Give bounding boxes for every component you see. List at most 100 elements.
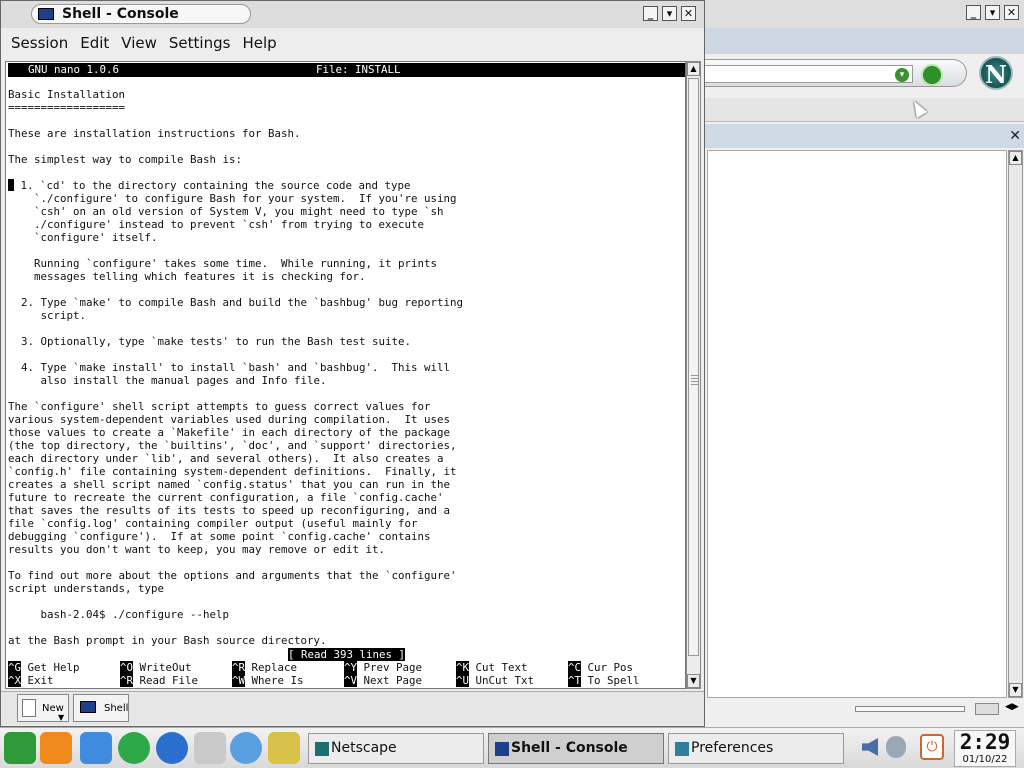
terminal-area[interactable]: GNU nano 1.0.6 File: INSTALL Basic Insta…	[5, 61, 686, 689]
text-line	[8, 387, 683, 400]
search-icon[interactable]	[921, 64, 943, 86]
monitor-icon	[38, 8, 54, 20]
text-line	[8, 283, 683, 296]
chevron-down-icon[interactable]: ▼	[58, 713, 64, 722]
scroll-down-icon[interactable]: ▼	[687, 674, 700, 688]
life-vest-icon[interactable]	[40, 732, 72, 764]
file-cabinet-icon[interactable]	[194, 732, 226, 764]
text-line	[8, 348, 683, 361]
text-line: 3. Optionally, type `make tests' to run …	[8, 335, 412, 348]
text-line: These are installation instructions for …	[8, 127, 301, 140]
shortcut-label: Read File	[133, 674, 199, 687]
text-line: also install the manual pages and Info f…	[8, 374, 327, 387]
background-browser-window: _ ▾ ✕ ▾ N ✕ ▲ ▼ ◀▶	[704, 0, 1024, 727]
shortcut-item: ^Y Prev Page	[344, 661, 422, 674]
help-running-icon[interactable]	[230, 732, 262, 764]
shortcut-key: ^C	[568, 661, 582, 674]
clock-date: 01/10/22	[962, 754, 1008, 765]
maximize-button[interactable]: ▾	[662, 6, 677, 21]
shortcut-label: To Spell	[581, 674, 640, 687]
shortcut-label: Cur Pos	[581, 661, 634, 674]
text-line	[8, 556, 683, 569]
shortcut-label: Next Page	[357, 674, 423, 687]
text-line: To find out more about the options and a…	[8, 569, 457, 582]
task-netscape[interactable]: Netscape	[308, 733, 484, 764]
text-line: results you don't want to keep, you may …	[8, 543, 386, 556]
speaker-icon[interactable]	[862, 738, 878, 756]
shortcut-item: ^C Cur Pos	[568, 661, 633, 674]
tab-shell-label: Shell	[104, 703, 129, 714]
suse-logo-icon[interactable]	[4, 732, 36, 764]
scroll-up-icon[interactable]: ▲	[687, 62, 700, 76]
close-icon[interactable]: ✕	[1009, 128, 1021, 144]
shortcut-label: UnCut Txt	[469, 674, 535, 687]
scroll-thumb[interactable]	[688, 78, 699, 656]
globe-icon[interactable]	[156, 732, 188, 764]
scroll-down-icon[interactable]: ▼	[1009, 683, 1022, 697]
browser-content-area[interactable]	[707, 150, 1007, 698]
document-icon	[22, 699, 36, 717]
nano-status-message: [ Read 393 lines ]	[288, 648, 406, 661]
text-line: at the Bash prompt in your Bash source d…	[8, 634, 327, 647]
text-line: file `config.log' containing compiler ou…	[8, 517, 418, 530]
nano-text-body[interactable]: Basic Installation ================== Thes…	[8, 88, 683, 647]
maximize-button[interactable]: ▾	[985, 5, 1000, 20]
menu-help[interactable]: Help	[242, 34, 276, 52]
shortcut-item: ^T To Spell	[568, 674, 640, 687]
menu-settings[interactable]: Settings	[169, 34, 231, 52]
menu-bar: Session Edit View Settings Help	[1, 29, 704, 57]
close-button[interactable]: ✕	[1004, 5, 1019, 20]
text-line: Running `configure' takes some time. Whi…	[8, 257, 438, 270]
close-button[interactable]: ✕	[681, 6, 696, 21]
cube-icon[interactable]	[80, 732, 112, 764]
terminal-scrollbar[interactable]: ▲ ▼	[686, 61, 701, 689]
text-line: script understands, type	[8, 582, 165, 595]
menu-session[interactable]: Session	[11, 34, 68, 52]
go-arrow-icon[interactable]: ▾	[895, 68, 909, 82]
shortcut-label: Prev Page	[357, 661, 423, 674]
office-brush-icon[interactable]	[268, 732, 300, 764]
tab-shell[interactable]: Shell	[73, 694, 129, 722]
shortcut-label: Get Help	[21, 661, 80, 674]
minimize-button[interactable]: _	[643, 6, 658, 21]
taskbar: Netscape Shell - Console Preferences ⏻ 2…	[0, 727, 1024, 768]
minimize-button[interactable]: _	[966, 5, 981, 20]
horizontal-scrollbar[interactable]: ◀▶	[855, 702, 1024, 716]
shortcut-key: ^R	[120, 674, 134, 687]
clock[interactable]: 2:29 01/10/22	[954, 730, 1016, 767]
scroll-arrows-icon[interactable]: ◀▶	[1005, 702, 1019, 712]
window-title-bar[interactable]: Shell - Console _ ▾ ✕	[1, 1, 704, 28]
shortcut-item: ^R Read File	[120, 674, 198, 687]
scroll-track[interactable]	[855, 706, 965, 712]
shortcut-item: ^G Get Help	[8, 661, 80, 674]
scroll-handle[interactable]	[975, 703, 999, 715]
shortcut-item: ^U UnCut Txt	[456, 674, 534, 687]
text-line: 4. Type `make install' to install `bash'…	[8, 361, 451, 374]
shortcut-key: ^O	[120, 661, 134, 674]
text-line: creates a shell script named `config.sta…	[8, 478, 451, 491]
text-line: script.	[8, 309, 87, 322]
title-pill: Shell - Console	[31, 4, 251, 24]
shortcut-label: WriteOut	[133, 661, 192, 674]
network-icon[interactable]	[886, 736, 906, 758]
text-line: (the top directory, the `builtins', `doc…	[8, 439, 457, 452]
runner-icon[interactable]	[118, 732, 150, 764]
task-shell-console[interactable]: Shell - Console	[488, 733, 664, 764]
url-input[interactable]	[705, 65, 913, 83]
scroll-up-icon[interactable]: ▲	[1009, 151, 1022, 165]
text-line: 1. `cd' to the directory containing the …	[8, 179, 683, 192]
task-label: Netscape	[331, 740, 397, 756]
shortcut-key: ^T	[568, 674, 582, 687]
menu-view[interactable]: View	[121, 34, 157, 52]
task-preferences[interactable]: Preferences	[668, 733, 844, 764]
power-icon[interactable]: ⏻	[920, 734, 944, 760]
text-line: Basic Installation	[8, 88, 126, 101]
text-line	[8, 621, 683, 634]
text-line: future to recreate the current configura…	[8, 491, 444, 504]
menu-edit[interactable]: Edit	[80, 34, 109, 52]
monitor-icon	[495, 742, 509, 756]
background-personal-toolbar	[705, 98, 1024, 122]
preferences-icon	[675, 742, 689, 756]
new-session-button[interactable]: New ▼	[17, 694, 69, 722]
vertical-scrollbar[interactable]: ▲ ▼	[1008, 150, 1023, 698]
